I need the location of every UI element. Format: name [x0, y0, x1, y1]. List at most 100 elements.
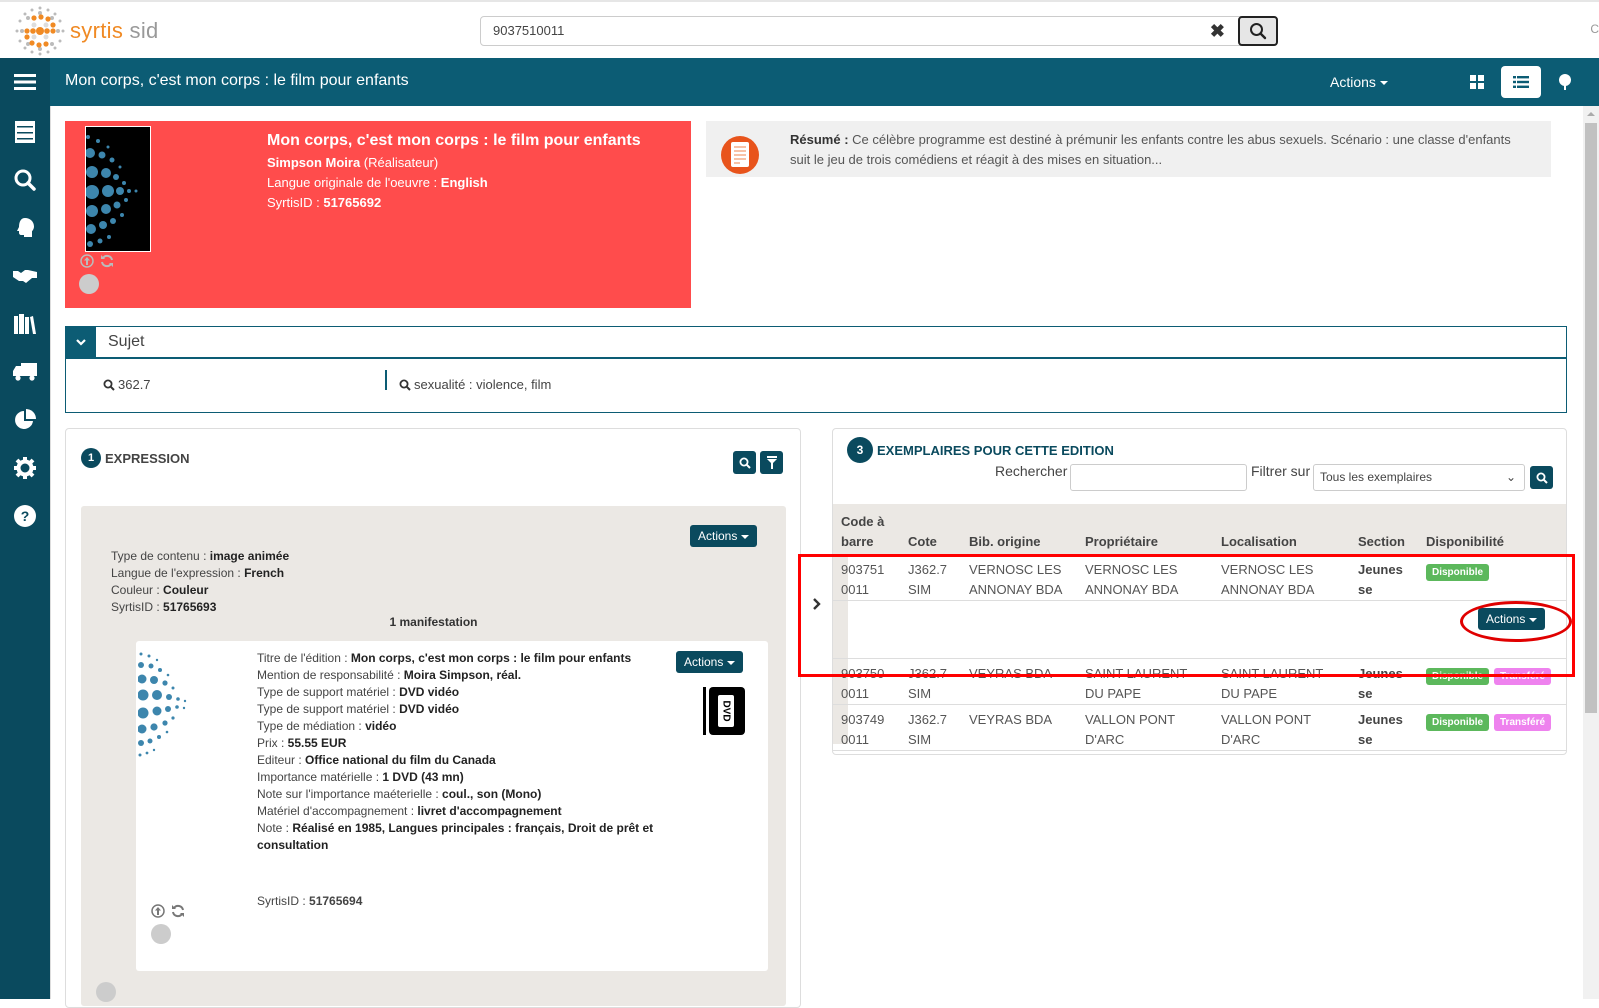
cell-section: se [1358, 582, 1373, 597]
cell-proprietaire: DU PAPE [1085, 686, 1142, 701]
upload-circle-icon[interactable] [80, 254, 94, 268]
search-icon [1250, 23, 1267, 40]
subject-tag-topic[interactable]: sexualité : violence, film [399, 377, 551, 392]
subject-body: 362.7 sexualité : violence, film [65, 358, 1567, 413]
column-header-section[interactable]: Section [1358, 532, 1405, 552]
expression-field: Couleur : Couleur [111, 583, 209, 597]
upload-circle-icon[interactable] [151, 904, 165, 918]
caret-down-icon [1529, 617, 1538, 622]
expression-actions-button[interactable]: Actions [690, 525, 758, 547]
sidebar-item-users[interactable] [0, 206, 50, 250]
page-title: Mon corps, c'est mon corps : le film pou… [65, 72, 409, 89]
global-search-input[interactable] [493, 17, 1173, 45]
logo-text: syrtis sid [70, 18, 159, 43]
subject-collapse-toggle[interactable] [66, 327, 96, 357]
cell-barcode: 903749 [841, 712, 885, 727]
exemplaire-actions-button[interactable]: Actions [1478, 608, 1546, 630]
cell-origine: ANNONAY BDA [969, 582, 1063, 597]
expression-search-button[interactable] [733, 451, 756, 474]
exemplaires-search-button[interactable] [1530, 466, 1553, 489]
filter-icon [766, 456, 777, 469]
status-badge: Transféré [1494, 714, 1552, 731]
exemplaires-search-input[interactable] [1070, 464, 1247, 491]
work-title: Mon corps, c'est mon corps : le film pou… [267, 132, 641, 149]
sidebar-item-settings[interactable] [0, 446, 50, 490]
column-header-barcode[interactable]: Code à barre [841, 512, 891, 552]
cell-localisation: VERNOSC LES [1221, 562, 1314, 577]
cell-origine: VERNOSC LES [969, 562, 1062, 577]
work-author[interactable]: Simpson Moira (Réalisateur) [267, 153, 641, 173]
manifestation-field: Type de support matériel : DVD vidéo [257, 702, 460, 716]
tree-icon [1559, 74, 1571, 90]
row-divider [833, 600, 1566, 601]
menu-button[interactable] [0, 58, 50, 106]
subject-tag-cote[interactable]: 362.7 [103, 377, 151, 392]
refresh-icon[interactable] [171, 904, 185, 918]
manifestation-cover-image[interactable] [138, 651, 196, 761]
cell-barcode: 0011 [841, 582, 869, 597]
cell-section: Jeunes [1358, 712, 1403, 727]
status-badge: Disponible [1426, 668, 1490, 685]
row-divider [833, 750, 1566, 751]
column-header-proprietaire[interactable]: Propriétaire [1085, 532, 1158, 552]
resume-text: Résumé : Ce célèbre programme est destin… [790, 132, 1511, 167]
cell-localisation: SAINT LAURENT [1221, 666, 1324, 681]
cell-localisation: DU PAPE [1221, 686, 1278, 701]
sidebar-item-help[interactable]: ? [0, 494, 50, 538]
cell-cote: J362.7 [908, 712, 948, 727]
chevron-right-icon[interactable] [812, 598, 822, 610]
status-badge: Transféré [1494, 668, 1552, 685]
sidebar-item-library[interactable] [0, 302, 50, 346]
cover-image[interactable] [85, 126, 151, 252]
sidebar-item-partners[interactable] [0, 254, 50, 298]
svg-text:?: ? [21, 508, 30, 524]
cell-cote: SIM [908, 686, 932, 701]
app-logo[interactable]: syrtis sid [14, 6, 174, 56]
manifestation-field: Importance matérielle : 1 DVD (43 mn) [257, 770, 464, 784]
row-divider [833, 554, 1566, 555]
sidebar-item-stats[interactable] [0, 398, 50, 442]
nav-actions-label: Actions [1330, 74, 1376, 90]
refresh-icon[interactable] [100, 254, 114, 268]
caret-down-icon [741, 534, 750, 539]
tree-view-button[interactable] [1545, 66, 1585, 98]
exemplaires-search-label: Rechercher [995, 463, 1068, 479]
manifestation-field: Type de support matériel : DVD vidéo [257, 685, 460, 699]
sidebar-item-delivery[interactable] [0, 350, 50, 394]
sidebar-item-search[interactable] [0, 158, 50, 202]
column-header-origine[interactable]: Bib. origine [969, 532, 1041, 552]
work-syrtis-id: SyrtisID : 51765692 [267, 195, 382, 210]
row-divider [833, 704, 1566, 705]
scrollbar-thumb[interactable] [1585, 123, 1597, 713]
expression-header: 1 EXPRESSION [81, 448, 190, 468]
search-icon [399, 379, 411, 391]
manifestation-details: Titre de l'édition : Mon corps, c'est mo… [257, 650, 657, 854]
expression-count-badge: 1 [81, 448, 101, 468]
grid-view-button[interactable] [1457, 66, 1497, 98]
sidebar-item-catalog[interactable] [0, 110, 50, 154]
column-header-localisation[interactable]: Localisation [1221, 532, 1297, 552]
subject-divider [385, 370, 387, 390]
manifestation-count: 1 manifestation [389, 615, 478, 629]
page-scrollbar[interactable] [1583, 106, 1599, 999]
handshake-icon [13, 270, 37, 283]
exemplaires-count-badge: 3 [847, 437, 873, 463]
subject-section-header[interactable]: Sujet [65, 326, 1567, 358]
column-header-cote[interactable]: Cote [908, 532, 937, 552]
expression-filter-button[interactable] [760, 451, 783, 474]
caret-down-icon [727, 660, 736, 665]
manifestation-syrtis-id: SyrtisID : 51765694 [257, 894, 363, 908]
search-button[interactable] [1238, 16, 1278, 46]
clear-search-icon[interactable]: ✖ [1210, 21, 1225, 42]
nav-actions-dropdown[interactable]: Actions [1330, 58, 1388, 106]
cell-cote: SIM [908, 732, 932, 747]
manifestation-actions-button[interactable]: Actions [676, 651, 744, 673]
cell-section: se [1358, 686, 1373, 701]
list-view-button[interactable] [1501, 66, 1541, 98]
filter-select[interactable]: Tous les exemplaires ⌄ [1313, 464, 1525, 491]
scroll-up-arrow-icon[interactable] [1587, 112, 1595, 116]
column-header-disponibilite[interactable]: Disponibilité [1426, 532, 1504, 552]
expression-title: EXPRESSION [105, 450, 190, 466]
cell-barcode: 903751 [841, 562, 885, 577]
logo-sun-icon [15, 6, 65, 56]
